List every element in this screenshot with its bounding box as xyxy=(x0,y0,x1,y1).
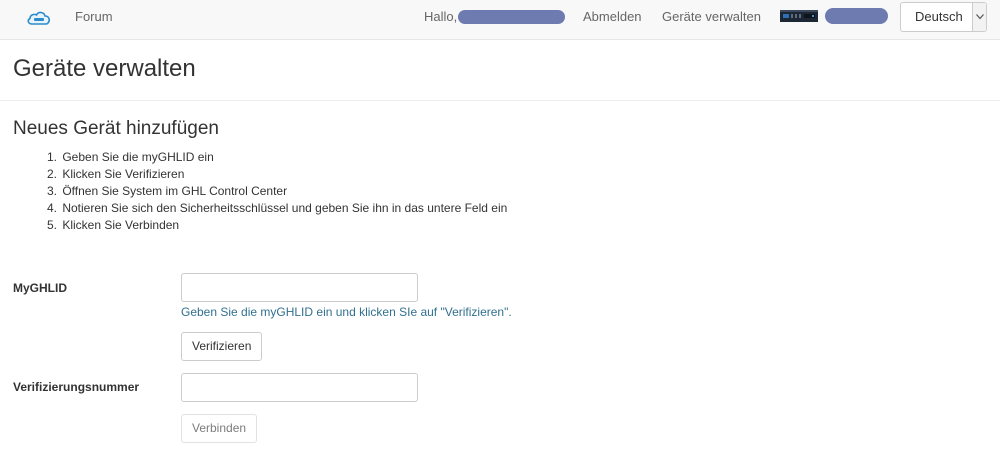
myghlid-label: MyGHLID xyxy=(13,281,67,295)
instruction-step: 2. Klicken Sie Verifizieren xyxy=(47,166,507,183)
step-number: 4. xyxy=(47,201,58,215)
top-navbar: Forum Hallo, Abmelden Geräte verwalten D… xyxy=(0,0,1000,40)
redacted-device-name xyxy=(825,8,888,24)
step-text: Klicken Sie Verbinden xyxy=(62,218,180,232)
language-dropdown-toggle[interactable] xyxy=(972,3,986,31)
instruction-list: 1. Geben Sie die myGHLID ein 2. Klicken … xyxy=(47,149,507,234)
instruction-step: 3. Öffnen Sie System im GHL Control Cent… xyxy=(47,183,507,200)
divider xyxy=(0,100,1000,101)
section-title: Neues Gerät hinzufügen xyxy=(13,118,219,139)
language-selected: Deutsch xyxy=(915,9,963,24)
instruction-step: 1. Geben Sie die myGHLID ein xyxy=(47,149,507,166)
verification-number-input[interactable] xyxy=(181,373,418,402)
step-number: 2. xyxy=(47,167,58,181)
device-thumbnail-icon[interactable] xyxy=(780,8,818,24)
page-title: Geräte verwalten xyxy=(13,55,196,82)
myghlid-input[interactable] xyxy=(181,273,418,302)
greeting-label: Hallo, xyxy=(424,9,458,24)
step-text: Klicken Sie Verifizieren xyxy=(62,167,185,181)
redacted-username xyxy=(458,9,566,24)
verification-number-label: Verifizierungsnummer xyxy=(13,380,140,394)
language-select[interactable]: Deutsch xyxy=(900,2,987,32)
cloud-logo-icon[interactable] xyxy=(26,8,52,28)
step-text: Öffnen Sie System im GHL Control Center xyxy=(62,184,288,198)
instruction-step: 5. Klicken Sie Verbinden xyxy=(47,217,507,234)
logout-link[interactable]: Abmelden xyxy=(583,0,642,33)
myghlid-help-text: Geben Sie die myGHLID ein und klicken SI… xyxy=(181,305,512,319)
chevron-down-icon xyxy=(976,14,984,20)
step-number: 1. xyxy=(47,150,58,164)
manage-devices-link[interactable]: Geräte verwalten xyxy=(662,0,761,33)
greeting: Hallo, xyxy=(424,0,566,33)
instruction-step: 4. Notieren Sie sich den Sicherheitsschl… xyxy=(47,200,507,217)
connect-button[interactable]: Verbinden xyxy=(181,414,257,443)
step-text: Geben Sie die myGHLID ein xyxy=(62,150,214,164)
verify-button[interactable]: Verifizieren xyxy=(181,332,262,361)
nav-forum-link[interactable]: Forum xyxy=(75,0,113,33)
step-number: 5. xyxy=(47,218,58,232)
step-number: 3. xyxy=(47,184,58,198)
step-text: Notieren Sie sich den Sicherheitsschlüss… xyxy=(62,201,508,215)
